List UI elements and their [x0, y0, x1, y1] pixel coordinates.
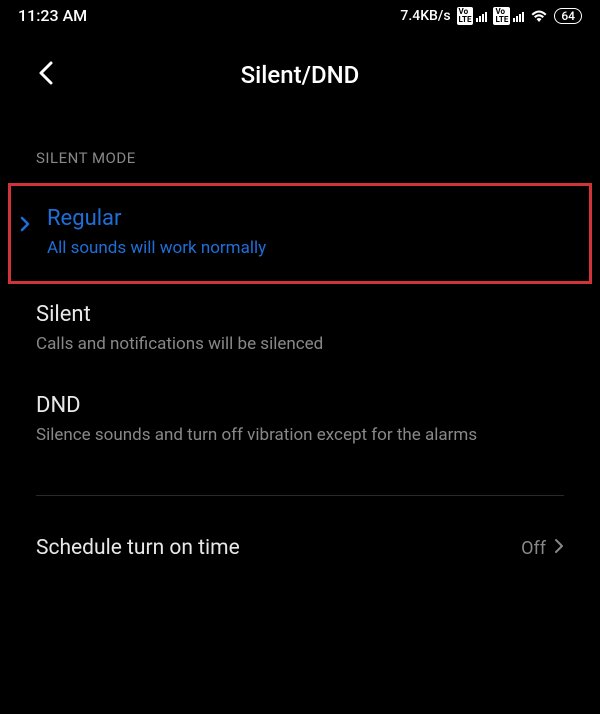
section-label: SILENT MODE [0, 109, 600, 183]
signal-bars-icon-2 [513, 10, 524, 22]
volte-badge-1: VoLTE [457, 7, 474, 25]
wifi-icon [530, 9, 548, 23]
option-dnd-title: DND [36, 393, 564, 418]
option-silent-title: Silent [36, 302, 564, 327]
signal-bars-icon-1 [476, 10, 487, 22]
status-time: 11:23 AM [18, 6, 87, 25]
schedule-value: Off [521, 538, 546, 559]
battery-level: 64 [554, 8, 582, 24]
sim2-group: VoLTE [493, 7, 524, 25]
option-regular-title: Regular [47, 206, 561, 231]
volte-badge-2: VoLTE [493, 7, 510, 25]
option-regular-sub: All sounds will work normally [47, 237, 561, 261]
sim1-group: VoLTE [457, 7, 488, 25]
option-silent-sub: Calls and notifications will be silenced [36, 333, 564, 357]
header: Silent/DND [0, 31, 600, 109]
option-silent[interactable]: Silent Calls and notifications will be s… [0, 284, 600, 375]
status-bar: 11:23 AM 7.4KB/s VoLTE VoLTE 64 [0, 0, 600, 31]
schedule-row[interactable]: Schedule turn on time Off [0, 496, 600, 570]
option-regular[interactable]: Regular All sounds will work normally [8, 183, 592, 284]
schedule-title: Schedule turn on time [36, 536, 240, 560]
option-dnd-sub: Silence sounds and turn off vibration ex… [36, 424, 564, 448]
chevron-right-icon [19, 216, 31, 236]
page-title: Silent/DND [36, 61, 564, 89]
schedule-value-group: Off [521, 538, 564, 559]
status-right: 7.4KB/s VoLTE VoLTE 64 [400, 7, 582, 25]
status-speed: 7.4KB/s [400, 8, 450, 24]
chevron-right-icon [554, 538, 564, 559]
back-button[interactable] [36, 59, 56, 91]
option-dnd[interactable]: DND Silence sounds and turn off vibratio… [0, 375, 600, 466]
